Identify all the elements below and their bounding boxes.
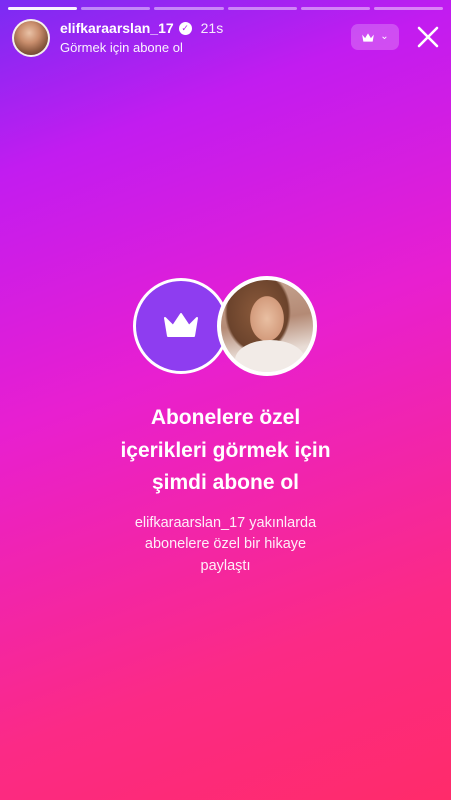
description-line: elifkaraarslan_17 yakınlarda [134, 515, 317, 531]
close-icon [417, 26, 439, 48]
story-viewer: elifkaraarslan_17 ✓ 21s Görmek için abon… [0, 0, 451, 800]
story-progress-bar [8, 7, 444, 10]
progress-segment [8, 7, 78, 10]
progress-segment [300, 7, 370, 10]
verified-badge-icon: ✓ [178, 22, 192, 36]
progress-segment [81, 7, 151, 10]
crown-icon [163, 313, 198, 337]
subscription-visual [0, 276, 451, 378]
progress-segment [227, 7, 297, 10]
creator-profile-photo [216, 276, 317, 376]
subscribe-description: elifkaraarslan_17 yakınlarda abonelere ö… [0, 513, 451, 577]
avatar[interactable] [12, 19, 50, 57]
chevron-down-icon: ⌄ [380, 31, 389, 42]
photo-detail [234, 340, 305, 372]
story-time: 21s [200, 20, 224, 37]
progress-segment [373, 7, 444, 10]
crown-circle [132, 278, 229, 374]
subscribe-title: Abonelere özel içerikleri görmek için şi… [0, 402, 451, 500]
subscriber-menu-button[interactable]: ⌄ [351, 24, 399, 50]
description-line: abonelere özel bir hikaye [144, 536, 307, 553]
description-line: paylaştı [200, 557, 251, 574]
circles-group [132, 276, 319, 378]
subscribe-subtitle: Görmek için abone ol [60, 39, 183, 55]
title-line: Abonelere özel [150, 406, 301, 429]
close-button[interactable] [413, 22, 443, 52]
user-line: elifkaraarslan_17 ✓ 21s [60, 20, 223, 38]
title-line: içerikleri görmek için [120, 438, 331, 462]
header-text: elifkaraarslan_17 ✓ 21s Görmek için abon… [60, 20, 223, 56]
title-line: şimdi abone ol [151, 471, 300, 495]
username[interactable]: elifkaraarslan_17 [60, 20, 174, 38]
crown-icon [362, 32, 375, 42]
progress-segment [154, 7, 224, 10]
